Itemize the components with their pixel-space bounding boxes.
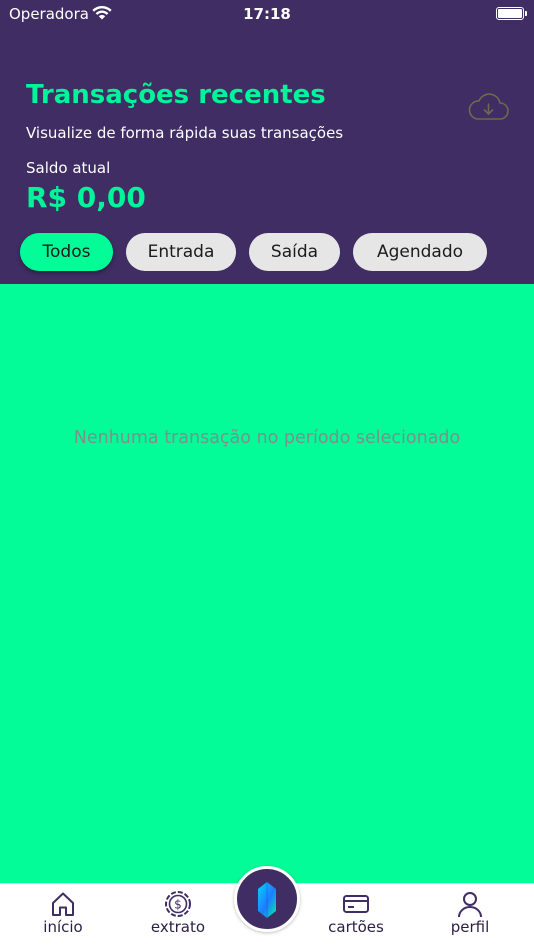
svg-text:$: $ xyxy=(174,898,182,912)
tab-cards[interactable]: cartões xyxy=(311,884,401,950)
center-action-button[interactable] xyxy=(234,866,300,932)
subtitle: Visualize de forma rápida suas transaçõe… xyxy=(26,124,344,142)
tab-cards-label: cartões xyxy=(328,918,384,936)
empty-state-message: Nenhuma transação no período selecionado xyxy=(73,428,461,448)
header: Operadora 17:18 Transações recentes Visu… xyxy=(0,0,534,284)
tab-profile[interactable]: perfil xyxy=(425,884,515,950)
user-icon xyxy=(458,892,482,918)
dollar-coin-icon: $ xyxy=(165,891,191,917)
filter-income-chip[interactable]: Entrada xyxy=(126,233,236,271)
tab-statement[interactable]: $ extrato xyxy=(133,884,223,950)
filter-outgoing-chip[interactable]: Saída xyxy=(249,233,340,271)
battery-icon xyxy=(496,7,527,20)
clock: 17:18 xyxy=(243,5,291,23)
tab-home[interactable]: início xyxy=(18,884,108,950)
balance-label: Saldo atual xyxy=(26,159,111,177)
page-title: Transações recentes xyxy=(26,80,326,110)
tab-profile-label: perfil xyxy=(450,918,490,936)
filter-all-chip[interactable]: Todos xyxy=(20,233,113,271)
filter-chips: Todos Entrada Saída Agendado xyxy=(20,233,487,271)
tab-home-label: início xyxy=(43,918,83,936)
cloud-download-icon[interactable] xyxy=(468,92,509,122)
filter-scheduled-chip[interactable]: Agendado xyxy=(353,233,487,271)
gem-icon xyxy=(258,882,276,918)
tab-statement-label: extrato xyxy=(150,918,206,936)
card-icon xyxy=(343,895,369,913)
balance-value: R$ 0,00 xyxy=(26,181,146,214)
home-icon xyxy=(52,892,74,916)
status-bar: Operadora 17:18 xyxy=(0,0,534,30)
